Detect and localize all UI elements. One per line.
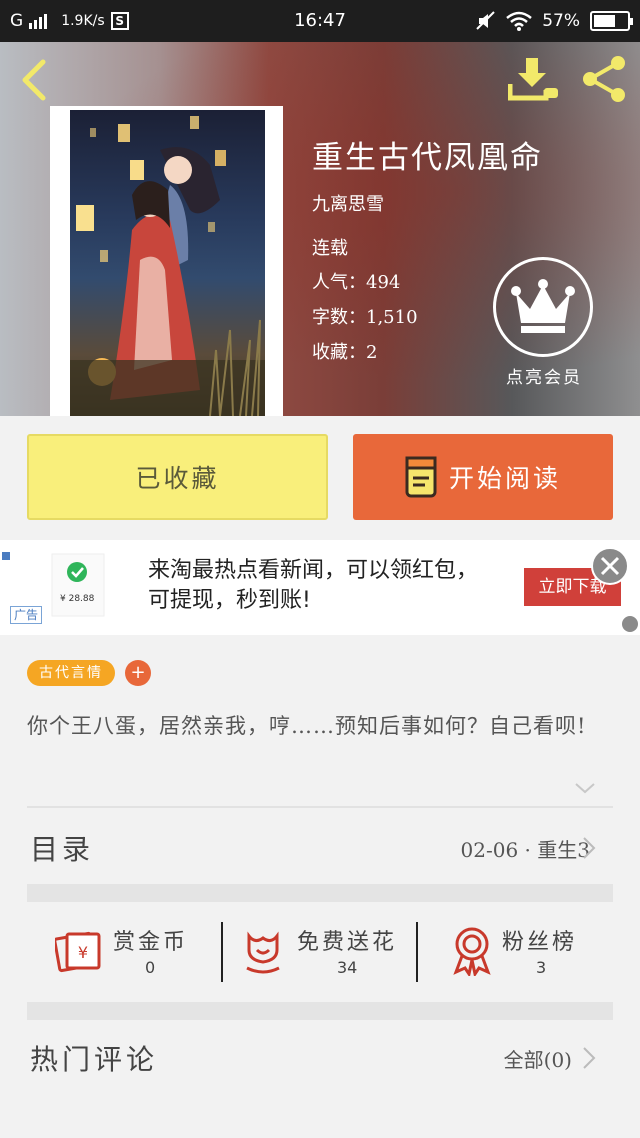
svg-text:¥: ¥ (78, 943, 88, 962)
section-separator (27, 1002, 613, 1020)
toc-title[interactable]: 目录 (30, 828, 94, 868)
member-button[interactable]: 点亮会员 (493, 257, 595, 388)
download-button[interactable] (507, 56, 560, 102)
back-button[interactable] (14, 58, 54, 102)
wifi-icon (506, 11, 533, 31)
start-reading-label: 开始阅读 (448, 464, 561, 493)
favorited-label: 已收藏 (135, 464, 220, 493)
book-word-count: 字数：1,510 (312, 307, 418, 328)
book-description: 你个王八蛋，居然亲我，哼……预知后事如何？自己看呗! (27, 714, 587, 738)
expand-description-button[interactable] (574, 780, 596, 796)
flower-icon (246, 931, 280, 974)
comments-chevron-right-icon (583, 1047, 596, 1069)
book-title: 重生古代凤凰命 (312, 140, 543, 176)
book-icon (405, 456, 437, 498)
toc-latest-chapter[interactable]: 02-06 · 重生3 (461, 834, 590, 863)
back-chevron-icon (22, 59, 46, 101)
add-tag-button[interactable]: + (125, 660, 151, 686)
reward-coins-value: 0 (145, 958, 156, 977)
book-header: 重生古代凤凰命 九离思雪 连载 人气：494 字数：1,510 收藏：2 点亮会… (0, 42, 640, 416)
reward-coins-label: 赏金币 (113, 930, 189, 955)
status-right: 57% (476, 10, 633, 32)
hot-comments-title: 热门评论 (30, 1043, 159, 1076)
all-comments-link[interactable]: 全部(0) (504, 1044, 572, 1073)
stat-divider (416, 922, 418, 982)
ad-label: 广告 (10, 606, 43, 624)
book-cover[interactable] (50, 106, 283, 416)
book-author[interactable]: 九离思雪 (312, 190, 384, 216)
ad-info-icon[interactable] (622, 616, 638, 632)
battery-icon (590, 11, 633, 31)
red-envelope-icon: ¥ (55, 931, 101, 973)
divider (27, 806, 613, 808)
start-reading-button[interactable]: 开始阅读 (353, 434, 613, 520)
favorited-button[interactable]: 已收藏 (27, 434, 328, 520)
fan-ranking-stat[interactable]: 粉丝榜 3 (452, 922, 592, 982)
ad-thumb-amount: ¥ 28.88 (60, 594, 95, 604)
reward-coins-stat[interactable]: ¥ 赏金币 0 (55, 922, 205, 982)
medal-icon (453, 927, 491, 976)
share-icon (583, 56, 625, 102)
chevron-down-icon (575, 783, 595, 794)
send-flowers-label: 免费送花 (297, 930, 398, 955)
ad-banner[interactable]: ¥ 28.88 广告 来淘最热点看新闻，可以领红包，可提现，秒到账! 立即下载 (0, 540, 640, 635)
share-button[interactable] (580, 54, 630, 104)
member-label: 点亮会员 (506, 368, 582, 388)
ad-text: 来淘最热点看新闻，可以领红包，可提现，秒到账! (148, 558, 479, 613)
ad-close-button[interactable] (591, 547, 629, 585)
status-bar: G 1.9K/s S 16:47 57% (0, 0, 640, 42)
book-popularity: 人气：494 (312, 272, 401, 293)
send-flowers-value: 34 (337, 958, 358, 977)
crown-icon (493, 257, 593, 357)
send-flowers-stat[interactable]: 免费送花 34 (243, 922, 403, 982)
genre-tag[interactable]: 古代言情 (27, 660, 115, 686)
battery-percent: 57% (542, 11, 580, 31)
section-separator (27, 884, 613, 902)
fan-ranking-value: 3 (536, 958, 547, 977)
stat-divider (221, 922, 223, 982)
close-icon (600, 556, 620, 576)
mute-icon (476, 11, 495, 30)
toc-chevron-right-icon (583, 837, 596, 859)
book-favorites: 收藏：2 (312, 342, 378, 363)
book-status: 连载 (312, 238, 348, 259)
fan-ranking-label: 粉丝榜 (502, 930, 578, 955)
cover-illustration (70, 110, 265, 416)
download-icon (507, 58, 558, 101)
